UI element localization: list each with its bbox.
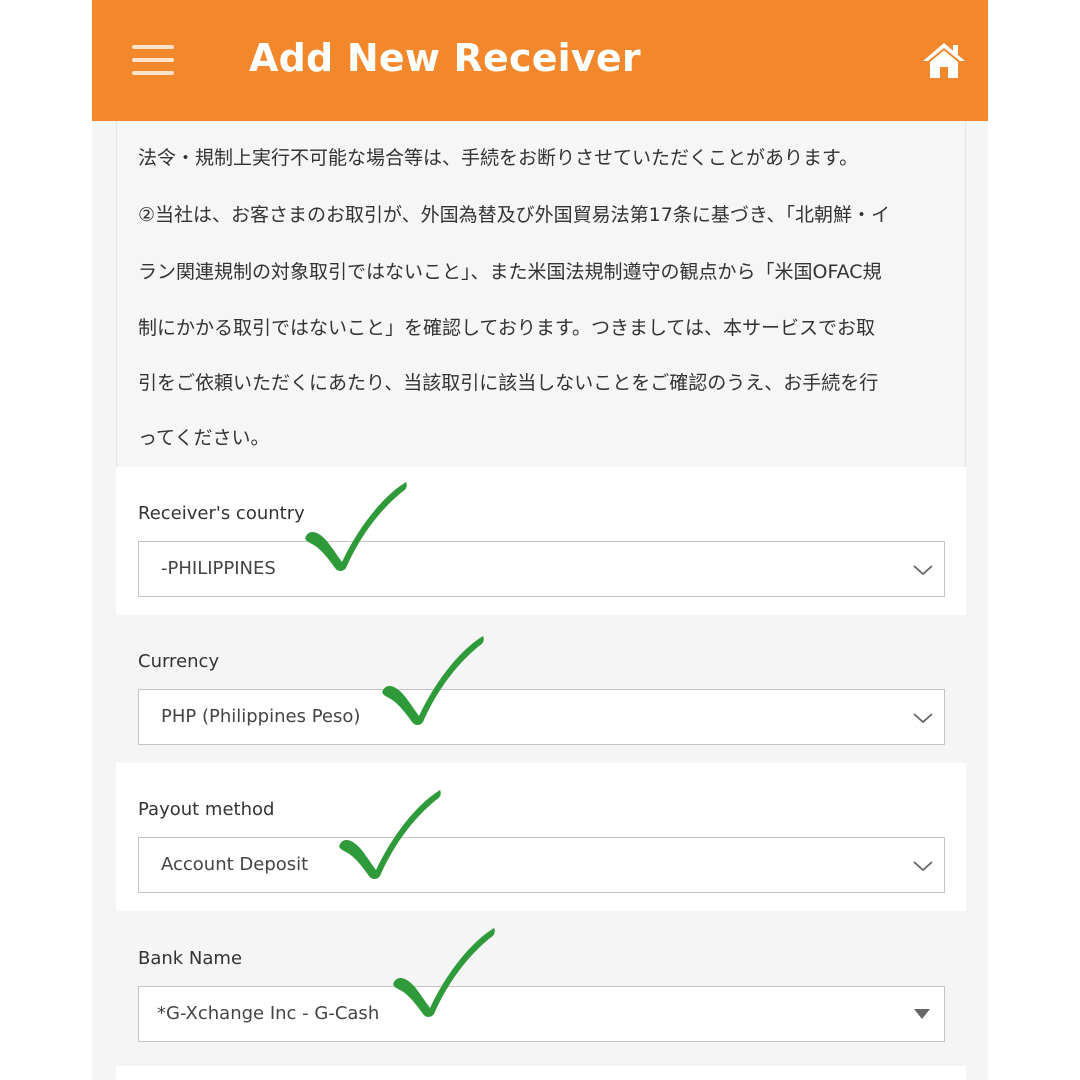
home-icon[interactable] <box>920 40 968 80</box>
bank-name-label: Bank Name <box>138 948 243 969</box>
payout-method-select[interactable]: Account Deposit <box>138 837 945 893</box>
currency-label: Currency <box>138 651 220 672</box>
receiver-country-select[interactable]: -PHILIPPINES <box>138 541 945 597</box>
receiver-country-section: Receiver's country -PHILIPPINES <box>116 467 966 615</box>
notice-line: 引をご依頼いただくにあたり、当該取引に該当しないことをご確認のうえ、お手続を行 <box>138 372 879 394</box>
currency-section: Currency PHP (Philippines Peso) <box>116 615 966 763</box>
app-screen: Add New Receiver 法令・規制上実行不可能な場合等は、手続をお断り… <box>92 0 988 1080</box>
receiver-country-label: Receiver's country <box>138 503 305 524</box>
notice-line: ②当社は、お客さまのお取引が、外国為替及び外国貿易法第17条に基づき、「北朝鮮・… <box>138 204 891 226</box>
chevron-down-icon <box>913 565 933 576</box>
currency-value: PHP (Philippines Peso) <box>161 706 361 727</box>
hamburger-menu-icon[interactable] <box>132 43 174 77</box>
app-header: Add New Receiver <box>92 0 988 121</box>
currency-select[interactable]: PHP (Philippines Peso) <box>138 689 945 745</box>
chevron-down-icon <box>913 861 933 872</box>
notice-line: 制にかかる取引ではないこと」を確認しております。つきましては、本サービスでお取 <box>138 317 876 339</box>
notice-line: ってください。 <box>138 427 270 449</box>
next-section-strip <box>116 1066 966 1080</box>
dropdown-triangle-icon <box>914 1009 930 1019</box>
payout-method-value: Account Deposit <box>161 854 309 875</box>
notice-panel: 法令・規制上実行不可能な場合等は、手続をお断りさせていただくことがあります。 ②… <box>116 121 966 468</box>
payout-method-label: Payout method <box>138 799 275 820</box>
payout-method-section: Payout method Account Deposit <box>116 763 966 911</box>
bank-name-value: *G-Xchange Inc - G-Cash <box>157 1003 380 1024</box>
notice-line: ラン関連規制の対象取引ではないこと」、また米国法規制遵守の観点から「米国OFAC… <box>138 261 882 283</box>
page-title: Add New Receiver <box>249 36 641 80</box>
receiver-country-value: -PHILIPPINES <box>161 558 276 579</box>
bank-name-section: Bank Name *G-Xchange Inc - G-Cash <box>116 912 966 1060</box>
bank-name-select[interactable]: *G-Xchange Inc - G-Cash <box>138 986 945 1042</box>
chevron-down-icon <box>913 713 933 724</box>
notice-line: 法令・規制上実行不可能な場合等は、手続をお断りさせていただくことがあります。 <box>138 147 859 169</box>
